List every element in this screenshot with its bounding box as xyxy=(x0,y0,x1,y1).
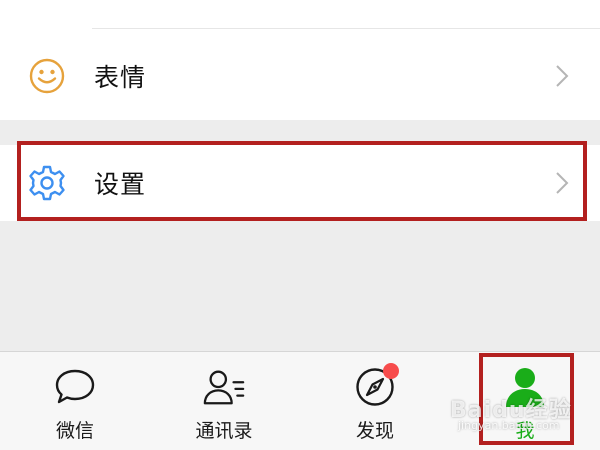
list-item-label: 表情 xyxy=(94,63,147,92)
chevron-right-icon xyxy=(554,64,570,88)
compass-icon xyxy=(353,363,399,408)
tab-chats[interactable]: 微信 xyxy=(15,352,135,450)
gear-icon xyxy=(27,163,67,203)
smiley-icon xyxy=(27,56,67,96)
wechat-me-screen: 表情 设置 微信 通讯录 发现 我 Baidu经验 jingyan.baidu.… xyxy=(0,0,600,450)
tab-label: 通讯录 xyxy=(195,420,253,442)
chat-bubble-icon xyxy=(53,366,97,408)
list-item-emoji[interactable]: 表情 xyxy=(0,38,600,114)
chevron-right-icon xyxy=(554,171,570,195)
tab-contacts[interactable]: 通讯录 xyxy=(164,352,284,450)
tab-discover[interactable]: 发现 xyxy=(315,352,435,450)
list-item-label: 设置 xyxy=(94,170,147,199)
notification-dot xyxy=(383,363,399,379)
list-divider xyxy=(92,28,600,29)
watermark-url: jingyan.baidu.com xyxy=(458,419,560,432)
contacts-icon xyxy=(202,366,246,408)
tab-label: 微信 xyxy=(55,420,94,442)
list-item-settings[interactable]: 设置 xyxy=(0,145,600,221)
tab-label: 发现 xyxy=(355,420,394,442)
